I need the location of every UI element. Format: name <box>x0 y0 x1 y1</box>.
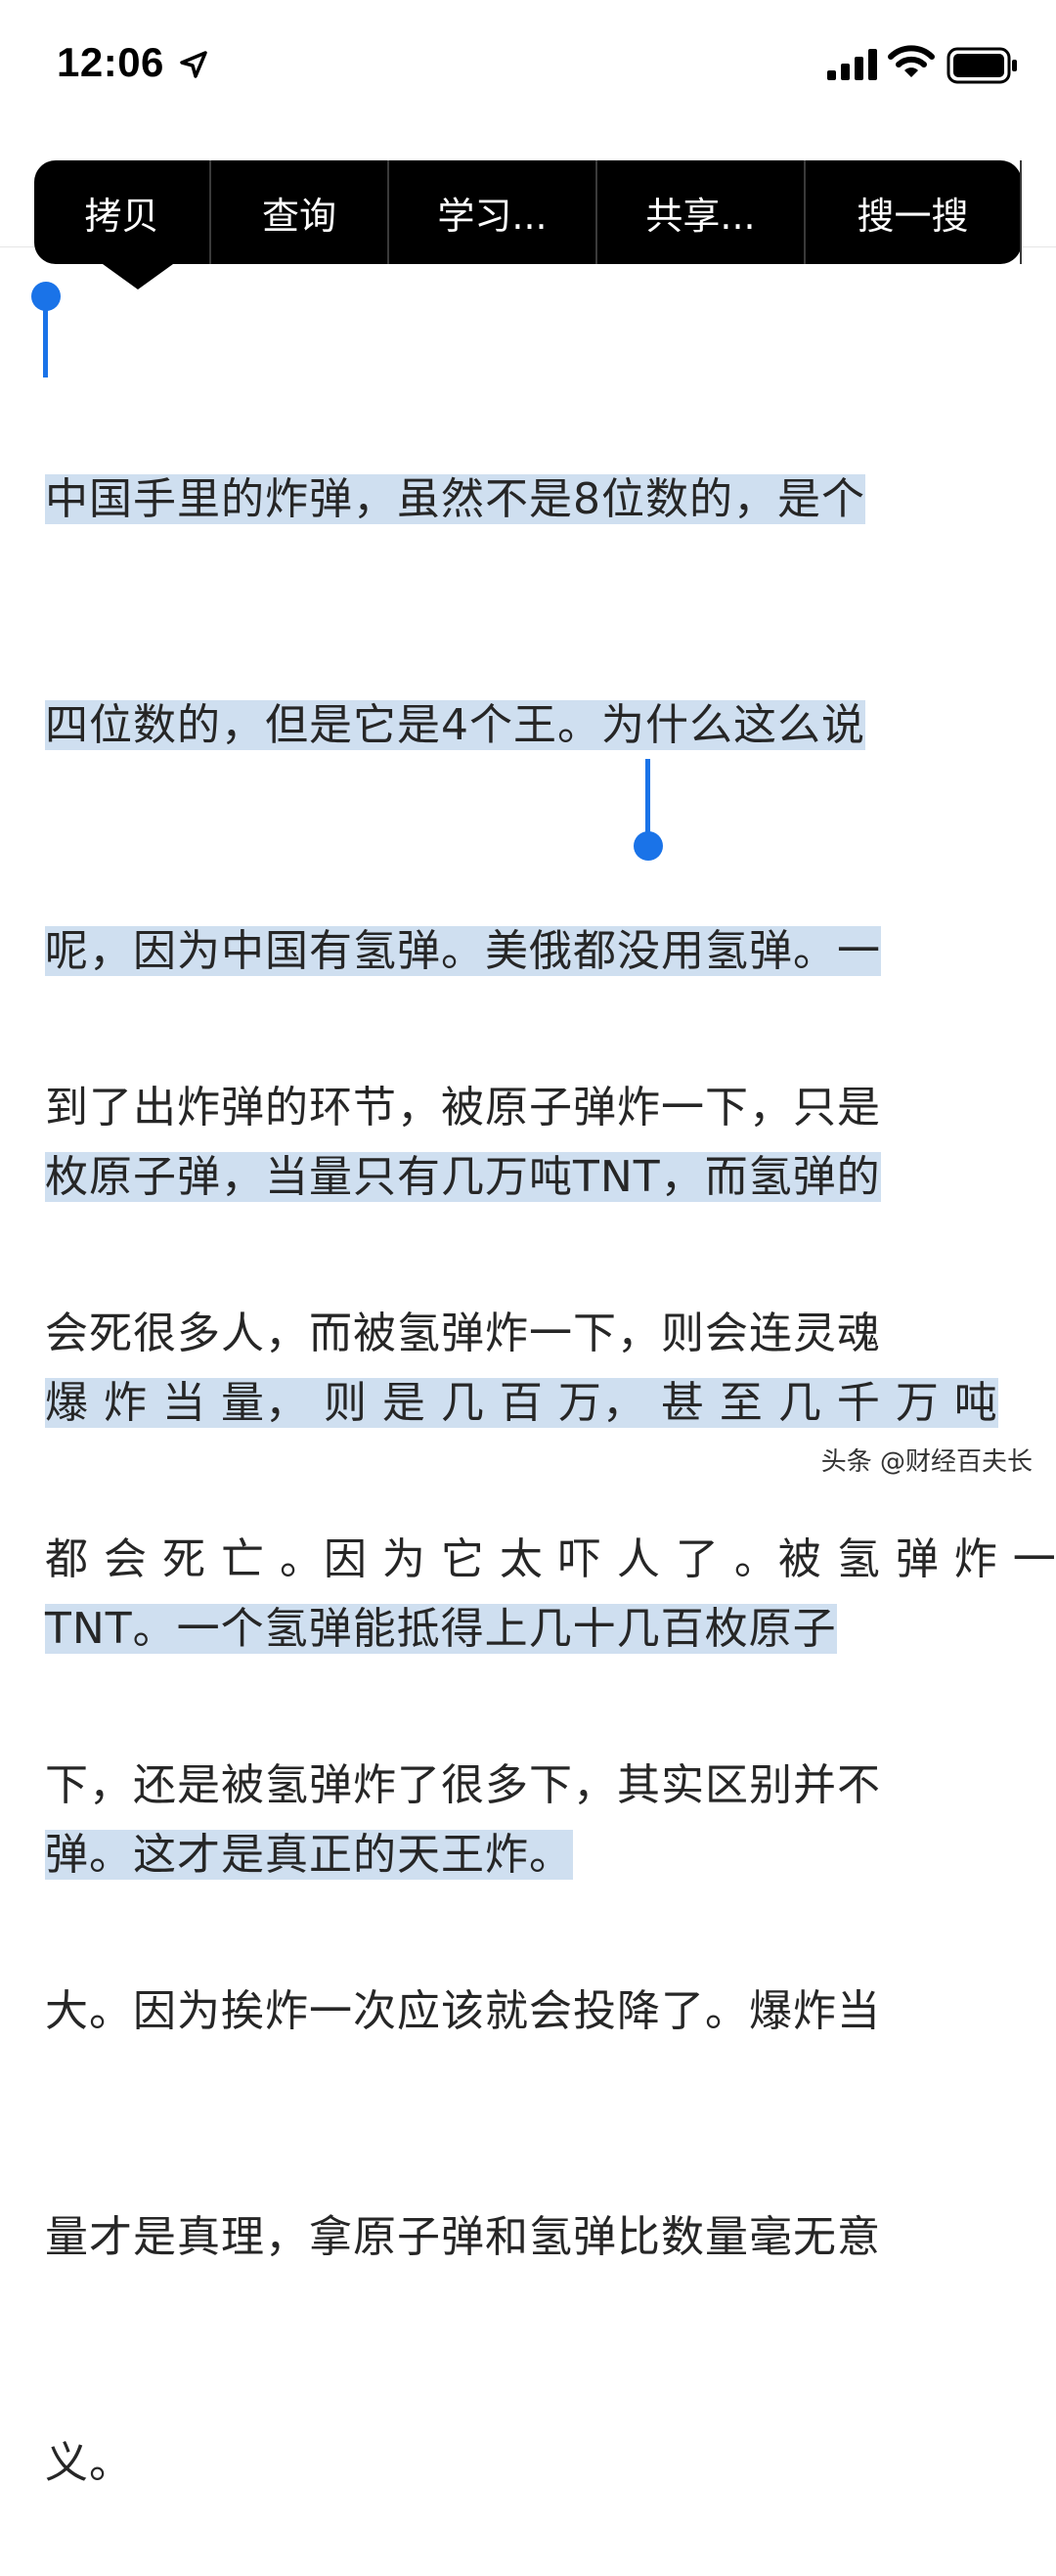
text-line: 会死很多人，而被氢弹炸一下，则会连灵魂 <box>45 1309 881 1358</box>
menu-item-learn[interactable]: 学习... <box>389 160 597 264</box>
location-arrow-icon <box>180 51 207 78</box>
text-line: 四位数的，但是它是4个王。为什么这么说 <box>45 700 865 750</box>
text-line: 大。因为挨炸一次应该就会投降了。爆炸当 <box>45 1986 881 2036</box>
text-line: 量才是真理，拿原子弹和氢弹比数量毫无意 <box>45 2212 881 2262</box>
selection-end-knob[interactable] <box>634 831 663 861</box>
context-menu: 拷贝 查询 学习... 共享... 搜一搜 <box>34 160 1022 289</box>
paragraph[interactable]: 到了出炸弹的环节，被原子弹炸一下，只是 会死很多人，而被氢弹炸一下，则会连灵魂 … <box>45 919 1056 2576</box>
text-line: 到了出炸弹的环节，被原子弹炸一下，只是 <box>45 1083 881 1133</box>
watermark: 头条 @财经百夫长 <box>820 1447 1033 1477</box>
menu-item-lookup[interactable]: 查询 <box>211 160 389 264</box>
text-line: 都 会 死 亡 。因 为 它 太 吓 人 了 。被 氢 弹 炸 一 <box>45 1534 1056 1584</box>
text-line: 下，还是被氢弹炸了很多下，其实区别并不 <box>45 1760 881 1810</box>
battery-icon <box>946 47 1017 84</box>
menu-item-copy[interactable]: 拷贝 <box>34 160 211 264</box>
menu-pointer-arrow <box>103 264 173 289</box>
wifi-icon <box>888 45 935 77</box>
selection-start-knob[interactable] <box>31 282 61 311</box>
selection-start-handle[interactable] <box>43 305 48 378</box>
status-time: 12:06 <box>57 39 164 85</box>
cellular-signal-icon <box>827 49 877 80</box>
status-bar: 12:06 <box>0 0 1056 127</box>
selection-end-handle[interactable] <box>645 759 650 835</box>
menu-item-search[interactable]: 搜一搜 <box>806 160 1022 264</box>
text-line: 义。 <box>45 2438 133 2488</box>
menu-item-share[interactable]: 共享... <box>597 160 806 264</box>
text-line: 中国手里的炸弹，虽然不是8位数的，是个 <box>45 474 865 524</box>
